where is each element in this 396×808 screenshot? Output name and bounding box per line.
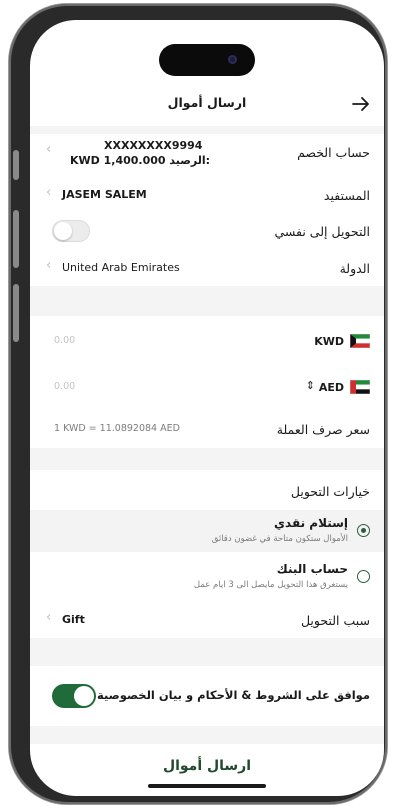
option-subtitle: يستغرق هذا التحويل مايصل الى 3 ايام عمل [193,580,348,590]
balance-label: الرصيد: [169,154,211,167]
balance-value: KWD 1,400.000 [70,154,166,167]
self-transfer-label: التحويل إلى نفسي [274,224,370,239]
country-row[interactable]: الدولة ‹ United Arab Emirates [30,250,384,286]
debit-account-label: حساب الخصم [297,145,370,160]
mute-switch [13,150,19,180]
transfer-options-title: خيارات التحويل [290,484,370,499]
beneficiary-label: المستفيد [323,188,370,203]
divider [30,126,384,134]
chevron-left-icon: ‹ [46,610,52,625]
exchange-rate-label: سعر صرف العملة [276,422,370,437]
debit-account-row[interactable]: حساب الخصم ‹ XXXXXXXX9994 KWD 1,400.000 … [30,134,384,176]
option-cash-pickup[interactable]: إستلام نقدي الأموال ستكون متاحة في غضون … [30,510,384,552]
self-transfer-row: التحويل إلى نفسي [30,212,384,250]
to-amount-input[interactable]: 0.00 [54,381,75,392]
self-transfer-toggle[interactable] [52,220,90,242]
option-subtitle: الأموال ستكون متاحة في غضون دقائق [211,534,348,544]
divider [30,726,384,744]
option-title: إستلام نقدي [274,516,348,530]
terms-row: موافق على الشروط & الأحكام و بيان الخصوص… [30,666,384,726]
transfer-reason-row[interactable]: سبب التحويل ‹ Gift [30,602,384,638]
transfer-reason-value: Gift [62,613,85,626]
divider [30,638,384,666]
transfer-reason-label: سبب التحويل [300,613,370,628]
kuwait-flag-icon [350,334,370,348]
chevron-left-icon: ‹ [46,185,52,200]
from-amount-row: 0.00 KWD [30,316,384,366]
option-title: حساب البنك [276,562,348,576]
divider [30,286,384,316]
page-title: ارسال أموال [167,95,247,110]
country-value: United Arab Emirates [62,261,180,274]
arrow-right-icon[interactable] [352,97,370,111]
balance-line: KWD 1,400.000 الرصيد: [70,154,210,167]
submit-button[interactable]: ارسال أموال [30,758,384,774]
radio-selected-icon[interactable] [357,524,370,537]
divider [30,448,384,470]
beneficiary-value: JASEM SALEM [62,188,147,201]
swap-currency-icon[interactable]: ⇕ [306,379,315,392]
volume-up-button [13,210,19,268]
uae-flag-icon [350,380,370,394]
top-bar: ارسال أموال [30,80,384,126]
app-screen: ارسال أموال حساب الخصم ‹ XXXXXXXX9994 KW… [30,20,384,796]
chevron-left-icon: ‹ [46,142,52,157]
phone-frame: ارسال أموال حساب الخصم ‹ XXXXXXXX9994 KW… [9,4,387,804]
volume-down-button [13,284,19,342]
terms-toggle[interactable] [52,684,96,708]
from-currency: KWD [314,335,344,348]
account-number: XXXXXXXX9994 [104,139,203,152]
home-indicator [148,784,266,788]
from-amount-input[interactable]: 0.00 [54,335,75,346]
to-currency: AED [318,381,344,394]
beneficiary-row[interactable]: المستفيد ‹ JASEM SALEM [30,176,384,212]
exchange-rate-value: 1 KWD = 11.0892084 AED [54,423,180,434]
radio-unselected-icon[interactable] [357,570,370,583]
dynamic-island [159,44,255,76]
terms-label[interactable]: موافق على الشروط & الأحكام و بيان الخصوص… [97,688,370,702]
option-bank-account[interactable]: حساب البنك يستغرق هذا التحويل مايصل الى … [30,552,384,602]
to-amount-row: 0.00 AED ⇕ [30,366,384,410]
submit-area: ارسال أموال [30,744,384,796]
chevron-left-icon: ‹ [46,258,52,273]
country-label: الدولة [339,261,370,276]
exchange-rate-row: سعر صرف العملة 1 KWD = 11.0892084 AED [30,410,384,448]
transfer-options-header: خيارات التحويل [30,470,384,510]
